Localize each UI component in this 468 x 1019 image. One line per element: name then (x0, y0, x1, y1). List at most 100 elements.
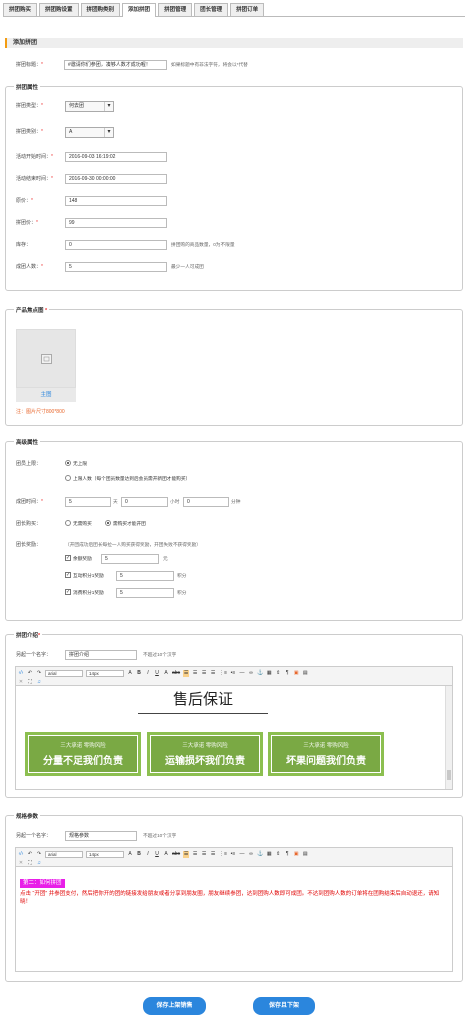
ordered-list-icon[interactable]: ⋮≡ (219, 851, 227, 858)
save-and-unlist-button[interactable]: 保存且下架 (253, 997, 315, 1015)
align-justify-icon[interactable]: ☰ (210, 851, 216, 858)
intro-editor[interactable]: 售后保证 三大承诺 零购风险 分量不足我们负责 三大承诺 零购风险 运输损坏我们… (15, 686, 453, 790)
intro-name-input[interactable]: 拼团介绍 (65, 650, 137, 660)
start-time-input[interactable]: 2016-09-03 16:19:02 (65, 152, 167, 162)
stock-input[interactable]: 0 (65, 240, 167, 250)
font-family-select[interactable]: arial (45, 669, 83, 677)
html-icon[interactable]: ‹/› (18, 851, 24, 858)
undo-icon[interactable]: ↶ (27, 670, 33, 677)
bold-icon[interactable]: B (136, 670, 142, 677)
leader-buy-opt2[interactable]: 需购买才能开团 (105, 519, 146, 529)
group-price-input[interactable]: 99 (65, 218, 167, 228)
duration-days-input[interactable]: 5 (65, 497, 111, 507)
title-input[interactable]: #邀请你们参团，凑够人数才成功喔！ (64, 60, 167, 70)
media-icon[interactable]: ▤ (302, 670, 308, 677)
tab-group-settings[interactable]: 拼团购设置 (39, 3, 79, 16)
music-icon[interactable]: ♫ (36, 679, 42, 686)
tab-group-category[interactable]: 拼团购类别 (80, 3, 121, 16)
redo-icon[interactable]: ↷ (36, 851, 42, 858)
orig-price-input[interactable]: 148 (65, 196, 167, 206)
strike-icon[interactable]: abc (172, 670, 180, 677)
check-icon[interactable]: ✓ (65, 588, 71, 595)
table-icon[interactable]: ▦ (266, 670, 272, 677)
save-and-sell-button[interactable]: 保存上架销售 (143, 997, 206, 1015)
italic-icon[interactable]: I (145, 670, 151, 677)
duration-mins-input[interactable]: 0 (183, 497, 229, 507)
media-icon[interactable]: ▤ (302, 851, 308, 858)
limit-opt2[interactable]: 上限人数（每个团员数量达到后会员需开新团才能购买） (65, 474, 190, 484)
reward-balance-input[interactable]: 5 (101, 554, 159, 564)
spec-editor[interactable]: 第二：如何拼团 点击 “开团” 并参团支付，然后把你开的团的链接发给朋友或者分享… (15, 867, 453, 972)
font-color-icon[interactable]: A (127, 670, 133, 677)
underline-icon[interactable]: U (154, 851, 160, 858)
tab-group-orders[interactable]: 拼团订单 (230, 3, 265, 16)
spec-name-input[interactable]: 规格参数 (65, 831, 137, 841)
font-family-select[interactable]: arial (45, 850, 83, 858)
line-height-icon[interactable]: ⇕ (275, 670, 281, 677)
duration-hours-input[interactable]: 0 (121, 497, 168, 507)
hr-icon[interactable]: — (239, 851, 245, 858)
align-justify-icon[interactable]: ☰ (210, 670, 216, 677)
link-icon[interactable]: ∞ (248, 670, 254, 677)
align-right-icon[interactable]: ☰ (201, 670, 207, 677)
ordered-list-icon[interactable]: ⋮≡ (219, 670, 227, 677)
paragraph-icon[interactable]: ¶ (284, 851, 290, 858)
limit-opt2-radio[interactable] (65, 474, 71, 481)
tab-leader-manage[interactable]: 团长管理 (194, 3, 229, 16)
limit-opt1[interactable]: 无上限 (65, 459, 87, 469)
align-left-icon[interactable]: ☰ (183, 850, 190, 858)
table-icon[interactable]: ▦ (266, 851, 272, 858)
italic-icon[interactable]: I (145, 851, 151, 858)
bold-icon[interactable]: B (136, 851, 142, 858)
leader-buy-opt1-radio[interactable] (65, 519, 71, 526)
font-size-select[interactable]: 14px (86, 669, 124, 677)
clear-format-icon[interactable]: ✕ (18, 679, 24, 686)
highlight-icon[interactable]: A (163, 670, 169, 677)
align-right-icon[interactable]: ☰ (201, 851, 207, 858)
strike-icon[interactable]: abc (172, 851, 180, 858)
reward-points2-input[interactable]: 5 (116, 588, 174, 598)
reward-points1-input[interactable]: 5 (116, 571, 174, 581)
leader-buy-opt1[interactable]: 无需购买 (65, 519, 92, 529)
font-color-icon[interactable]: A (127, 851, 133, 858)
type-select[interactable]: 何去团 (65, 101, 114, 112)
main-image-button[interactable]: 主图 (16, 388, 76, 402)
bullet-list-icon[interactable]: •≡ (230, 851, 236, 858)
reward-points1-check[interactable]: ✓ 互动积分1奖励 (65, 571, 104, 581)
align-left-icon[interactable]: ☰ (183, 669, 190, 677)
image-insert-icon[interactable]: ▣ (293, 670, 299, 677)
anchor-icon[interactable]: ⚓ (257, 851, 263, 858)
tab-add-group[interactable]: 添加拼团 (122, 3, 157, 17)
fullscreen-icon[interactable]: ⛶ (27, 679, 33, 686)
leader-buy-opt2-radio[interactable] (105, 519, 111, 526)
anchor-icon[interactable]: ⚓ (257, 670, 263, 677)
check-icon[interactable]: ✓ (65, 554, 71, 561)
hr-icon[interactable]: — (239, 670, 245, 677)
image-upload-box[interactable] (16, 329, 76, 388)
image-insert-icon[interactable]: ▣ (293, 851, 299, 858)
html-icon[interactable]: ‹/› (18, 670, 24, 677)
undo-icon[interactable]: ↶ (27, 851, 33, 858)
tab-group-manage[interactable]: 拼团管理 (158, 3, 193, 16)
editor-scrollbar[interactable] (445, 686, 452, 789)
members-input[interactable]: 5 (65, 262, 167, 272)
align-center-icon[interactable]: ☰ (192, 670, 198, 677)
paragraph-icon[interactable]: ¶ (284, 670, 290, 677)
redo-icon[interactable]: ↷ (36, 670, 42, 677)
check-icon[interactable]: ✓ (65, 571, 71, 578)
line-height-icon[interactable]: ⇕ (275, 851, 281, 858)
fullscreen-icon[interactable]: ⛶ (27, 860, 33, 867)
link-icon[interactable]: ∞ (248, 851, 254, 858)
highlight-icon[interactable]: A (163, 851, 169, 858)
music-icon[interactable]: ♫ (36, 860, 42, 867)
clear-format-icon[interactable]: ✕ (18, 860, 24, 867)
reward-balance-check[interactable]: ✓ 余额奖励 (65, 554, 92, 564)
bullet-list-icon[interactable]: •≡ (230, 670, 236, 677)
align-center-icon[interactable]: ☰ (192, 851, 198, 858)
underline-icon[interactable]: U (154, 670, 160, 677)
font-size-select[interactable]: 14px (86, 850, 124, 858)
scrollbar-thumb[interactable] (447, 770, 451, 780)
tab-group-buy[interactable]: 拼团购买 (3, 3, 38, 16)
end-time-input[interactable]: 2016-09-30 00:00:00 (65, 174, 167, 184)
reward-points2-check[interactable]: ✓ 消费积分1奖励 (65, 588, 104, 598)
